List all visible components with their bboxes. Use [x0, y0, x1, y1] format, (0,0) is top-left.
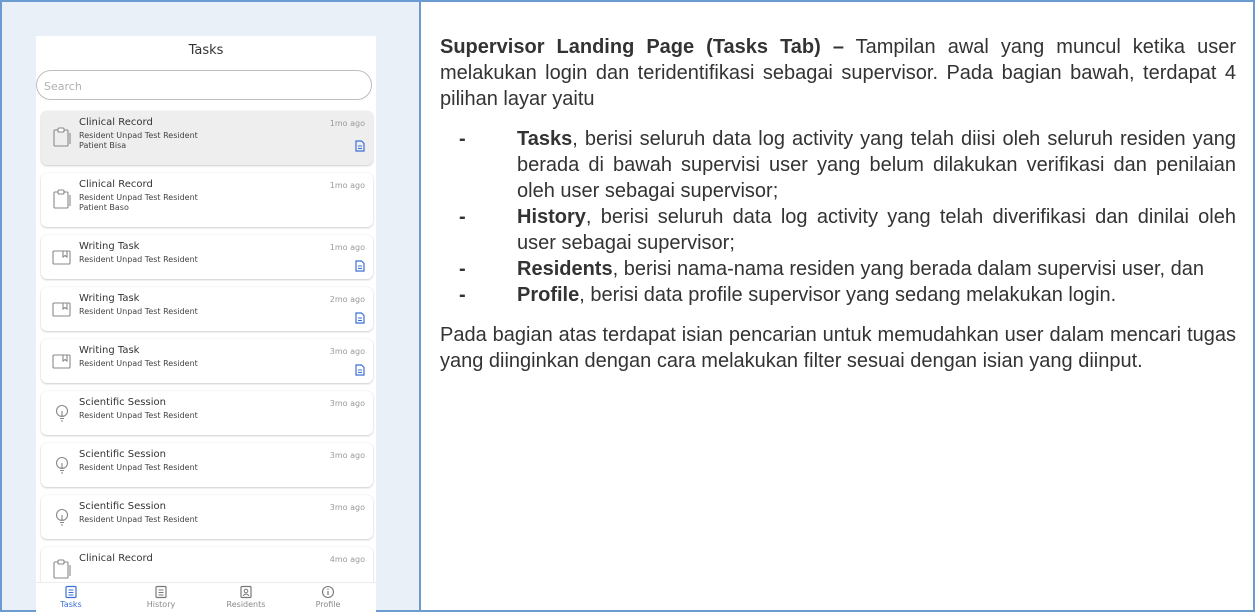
task-card[interactable]: Writing Task Resident Unpad Test Resident… [41, 339, 373, 383]
task-resident: Resident Unpad Test Resident [79, 255, 198, 264]
search-input[interactable] [42, 71, 346, 101]
task-card[interactable]: Scientific Session Resident Unpad Test Re… [41, 495, 373, 539]
tab-label: History [146, 600, 176, 609]
tab-description-text: , berisi nama-nama residen yang berada d… [612, 258, 1205, 280]
task-title: Scientific Session [79, 397, 166, 408]
tab-description-list: - Tasks, berisi seluruh data log activity… [440, 126, 1236, 308]
tab-residents[interactable]: Residents [216, 585, 276, 609]
tab-profile[interactable]: Profile [298, 585, 358, 609]
task-list: Clinical Record Resident Unpad Test Resid… [36, 111, 376, 599]
task-card[interactable]: Clinical Record Resident Unpad Test Resid… [41, 173, 373, 227]
document-icon[interactable] [355, 361, 365, 376]
clipboard-icon [51, 189, 73, 209]
bullet-marker: - [459, 128, 466, 150]
task-resident: Resident Unpad Test Resident [79, 307, 198, 316]
intro-heading: Supervisor Landing Page (Tasks Tab) – [440, 36, 844, 58]
task-resident: Resident Unpad Test Resident [79, 359, 198, 368]
task-card[interactable]: Clinical Record Resident Unpad Test Resid… [41, 111, 373, 165]
task-time: 3mo ago [329, 347, 365, 356]
task-resident: Resident Unpad Test Resident [79, 131, 198, 140]
document-icon[interactable] [355, 309, 365, 324]
page-title: Tasks [188, 43, 224, 58]
book-icon [51, 299, 73, 319]
task-resident: Resident Unpad Test Resident [79, 515, 198, 524]
phone-screen: Tasks Clinical Record Resident Unpad Test… [36, 36, 376, 612]
task-time: 1mo ago [329, 181, 365, 190]
task-time: 2mo ago [329, 295, 365, 304]
bullet-marker: - [459, 206, 466, 228]
lightbulb-icon [51, 403, 73, 423]
task-time: 4mo ago [329, 555, 365, 564]
intro-paragraph: Supervisor Landing Page (Tasks Tab) – Ta… [440, 34, 1236, 112]
column-divider [419, 0, 421, 612]
task-resident: Resident Unpad Test Resident [79, 411, 198, 420]
tab-label: Profile [315, 600, 341, 609]
clipboard-icon [51, 559, 73, 579]
tab-description-text: , berisi seluruh data log activity yang … [517, 206, 1236, 254]
task-time: 1mo ago [329, 243, 365, 252]
tab-label: Residents [226, 600, 266, 609]
tab-tasks[interactable]: Tasks [41, 585, 101, 609]
profile-info-icon [298, 585, 358, 599]
tab-description-text: , berisi data profile supervisor yang se… [579, 284, 1117, 306]
task-time: 1mo ago [329, 119, 365, 128]
tab-label: Tasks [60, 600, 82, 609]
task-title: Writing Task [79, 293, 140, 304]
tab-term: History [517, 206, 586, 228]
closing-paragraph: Pada bagian atas terdapat isian pencaria… [440, 324, 1236, 372]
bullet-marker: - [459, 284, 466, 306]
book-icon [51, 247, 73, 267]
task-resident: Resident Unpad Test Resident [79, 463, 198, 472]
tasks-icon [41, 585, 101, 599]
lightbulb-icon [51, 455, 73, 475]
task-title: Writing Task [79, 345, 140, 356]
tab-description-text: , berisi seluruh data log activity yang … [517, 128, 1236, 202]
task-resident: Resident Unpad Test Resident [79, 193, 198, 202]
tab-history[interactable]: History [131, 585, 191, 609]
search-bar[interactable] [36, 70, 372, 101]
task-title: Clinical Record [79, 117, 153, 128]
task-title: Scientific Session [79, 449, 166, 460]
tab-term: Profile [517, 284, 580, 306]
history-icon [131, 585, 191, 599]
task-title: Writing Task [79, 241, 140, 252]
bullet-marker: - [459, 258, 466, 280]
task-time: 3mo ago [329, 503, 365, 512]
task-time: 3mo ago [329, 399, 365, 408]
task-title: Clinical Record [79, 179, 153, 190]
task-patient: Patient Bisa [79, 141, 127, 150]
task-card[interactable]: Scientific Session Resident Unpad Test Re… [41, 443, 373, 487]
task-patient: Patient Baso [79, 203, 129, 212]
tab-term: Tasks [517, 128, 573, 150]
tab-description-item: - Tasks, berisi seluruh data log activity… [459, 126, 1236, 204]
document-icon[interactable] [355, 257, 365, 272]
lightbulb-icon [51, 507, 73, 527]
residents-icon [216, 585, 276, 599]
task-card[interactable]: Writing Task Resident Unpad Test Resident… [41, 235, 373, 279]
bottom-nav: Tasks History Residents Profile [36, 582, 376, 612]
task-time: 3mo ago [329, 451, 365, 460]
tab-description-item: - Profile, berisi data profile supervisor… [459, 282, 1236, 308]
task-title: Clinical Record [79, 553, 153, 564]
description-panel: Supervisor Landing Page (Tasks Tab) – Ta… [440, 34, 1236, 374]
tab-description-item: - History, berisi seluruh data log activi… [459, 204, 1236, 256]
book-icon [51, 351, 73, 371]
tab-description-item: - Residents, berisi nama-nama residen yan… [459, 256, 1236, 282]
task-card[interactable]: Writing Task Resident Unpad Test Resident… [41, 287, 373, 331]
clipboard-icon [51, 127, 73, 147]
document-icon[interactable] [355, 137, 365, 152]
task-card[interactable]: Scientific Session Resident Unpad Test Re… [41, 391, 373, 435]
task-title: Scientific Session [79, 501, 166, 512]
tab-term: Residents [517, 258, 613, 280]
